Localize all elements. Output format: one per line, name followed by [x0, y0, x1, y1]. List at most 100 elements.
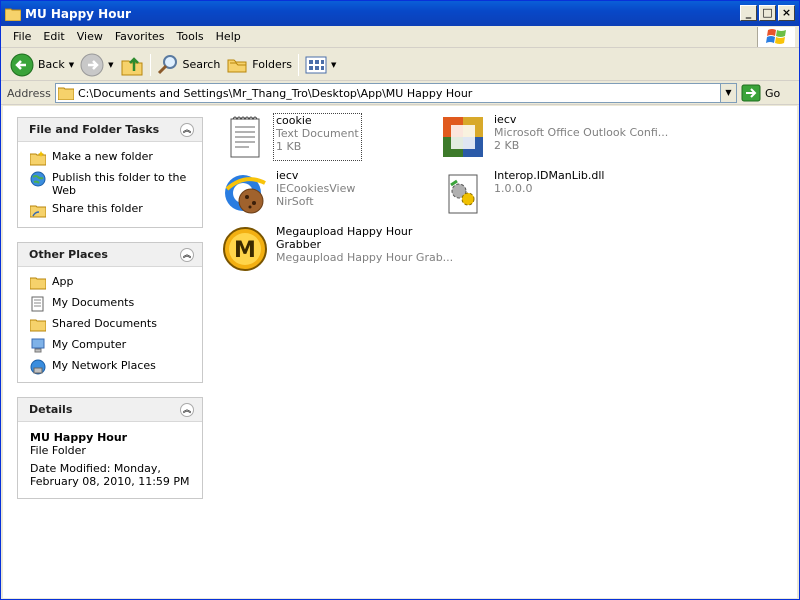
- place-my-network[interactable]: My Network Places: [30, 359, 192, 375]
- address-dropdown-button[interactable]: ▼: [720, 84, 736, 102]
- file-name-line2: Grabber: [276, 238, 322, 251]
- menu-favorites[interactable]: Favorites: [109, 30, 171, 43]
- go-label: Go: [765, 86, 781, 100]
- file-version: 1.0.0.0: [494, 182, 533, 195]
- task-share-folder[interactable]: Share this folder: [30, 202, 192, 218]
- place-label: App: [52, 275, 74, 288]
- folders-label: Folders: [252, 58, 293, 71]
- menu-view[interactable]: View: [71, 30, 109, 43]
- collapse-icon[interactable]: ︽: [180, 123, 194, 137]
- standard-toolbar: Back ▼ ▼ Search Folders ▼: [1, 49, 799, 81]
- forward-arrow-icon: [80, 53, 104, 76]
- globe-icon: [30, 171, 46, 187]
- forward-button[interactable]: ▼: [77, 51, 116, 79]
- panel-title: File and Folder Tasks: [29, 123, 160, 136]
- file-name-line1: Megaupload Happy Hour: [276, 225, 413, 238]
- place-label: My Documents: [52, 296, 135, 309]
- file-company: NirSoft: [276, 195, 314, 208]
- panel-title: Details: [29, 403, 73, 416]
- views-button[interactable]: ▼: [302, 51, 339, 79]
- address-bar: Address C:\Documents and Settings\Mr_Tha…: [1, 82, 799, 105]
- address-label: Address: [7, 86, 51, 100]
- menu-help[interactable]: Help: [210, 30, 247, 43]
- chevron-down-icon[interactable]: ▼: [108, 61, 113, 69]
- windows-logo-icon: [757, 27, 795, 47]
- panel-header[interactable]: Other Places ︽: [18, 243, 202, 267]
- title-bar[interactable]: MU Happy Hour _ □ ×: [1, 1, 799, 26]
- search-icon: [157, 54, 177, 74]
- place-shared-documents[interactable]: Shared Documents: [30, 317, 192, 333]
- other-places-panel: Other Places ︽ App My Documents Shared D…: [17, 242, 203, 383]
- file-item-interop-dll[interactable]: Interop.IDManLib.dll 1.0.0.0: [439, 169, 604, 217]
- search-button[interactable]: Search: [154, 51, 224, 79]
- file-item-cookie[interactable]: cookie Text Document 1 KB: [221, 113, 362, 161]
- folder-icon: [5, 8, 21, 21]
- office-icon: [443, 117, 483, 157]
- file-size: 1 KB: [276, 140, 302, 153]
- chevron-down-icon[interactable]: ▼: [69, 61, 74, 69]
- back-arrow-icon: [10, 53, 34, 76]
- task-publish-web[interactable]: Publish this folder to the Web: [30, 171, 192, 197]
- place-label: My Computer: [52, 338, 127, 351]
- task-make-new-folder[interactable]: Make a new folder: [30, 150, 192, 166]
- content-area: File and Folder Tasks ︽ Make a new folde…: [3, 106, 797, 598]
- menu-bar: File Edit View Favorites Tools Help: [1, 26, 799, 48]
- menu-file[interactable]: File: [7, 30, 37, 43]
- panel-header[interactable]: File and Folder Tasks ︽: [18, 118, 202, 142]
- folder-icon: [30, 319, 46, 332]
- file-name: Interop.IDManLib.dll: [494, 169, 605, 182]
- collapse-icon[interactable]: ︽: [180, 403, 194, 417]
- back-button[interactable]: Back ▼: [7, 51, 77, 79]
- maximize-button[interactable]: □: [759, 5, 776, 21]
- task-pane: File and Folder Tasks ︽ Make a new folde…: [3, 106, 213, 598]
- place-my-computer[interactable]: My Computer: [30, 338, 192, 354]
- file-item-megaupload[interactable]: M Megaupload Happy Hour Grabber Megauplo…: [221, 225, 453, 273]
- dll-icon: [448, 174, 478, 214]
- file-name: iecv: [494, 113, 517, 126]
- details-panel: Details ︽ MU Happy Hour File Folder Date…: [17, 397, 203, 499]
- collapse-icon[interactable]: ︽: [180, 248, 194, 262]
- task-label: Publish this folder to the Web: [52, 171, 187, 197]
- new-folder-icon: [30, 151, 46, 166]
- place-label: Shared Documents: [52, 317, 157, 330]
- address-input[interactable]: C:\Documents and Settings\Mr_Thang_Tro\D…: [55, 83, 737, 103]
- ie-cookie-icon: [225, 175, 266, 214]
- place-my-documents[interactable]: My Documents: [30, 296, 192, 312]
- menu-tools[interactable]: Tools: [171, 30, 210, 43]
- file-type: Microsoft Office Outlook Confi...: [494, 126, 669, 139]
- file-item-iecv-config[interactable]: iecv Microsoft Office Outlook Confi... 2…: [439, 113, 668, 161]
- file-name: cookie: [276, 114, 312, 127]
- file-size: 2 KB: [494, 139, 520, 152]
- minimize-button[interactable]: _: [740, 5, 757, 21]
- folders-icon: [227, 59, 247, 72]
- up-folder-icon: [121, 56, 142, 75]
- folder-icon: [30, 277, 46, 290]
- back-label: Back: [38, 58, 65, 71]
- folders-button[interactable]: Folders: [223, 51, 295, 79]
- documents-icon: [31, 296, 44, 312]
- file-item-iecv-app[interactable]: iecv IECookiesView NirSoft: [221, 169, 355, 217]
- file-type: Text Document: [276, 127, 359, 140]
- views-icon: [305, 56, 327, 73]
- close-button[interactable]: ×: [778, 5, 795, 21]
- file-description: IECookiesView: [276, 182, 356, 195]
- explorer-window: MU Happy Hour _ □ × File Edit View Favor…: [0, 0, 800, 600]
- share-folder-icon: [30, 205, 46, 218]
- computer-icon: [31, 338, 45, 353]
- place-app[interactable]: App: [30, 275, 192, 291]
- panel-header[interactable]: Details ︽: [18, 398, 202, 422]
- up-folder-button[interactable]: [117, 51, 147, 79]
- chevron-down-icon[interactable]: ▼: [331, 61, 336, 69]
- details-name: MU Happy Hour: [30, 431, 128, 444]
- file-description: Megaupload Happy Hour Grab...: [276, 251, 454, 264]
- menu-edit[interactable]: Edit: [37, 30, 70, 43]
- go-button[interactable]: Go: [741, 83, 780, 103]
- search-label: Search: [182, 58, 221, 71]
- go-arrow-icon: [741, 84, 761, 102]
- task-label: Share this folder: [52, 202, 143, 215]
- file-folder-tasks-panel: File and Folder Tasks ︽ Make a new folde…: [17, 117, 203, 228]
- details-type: File Folder: [30, 444, 86, 457]
- place-label: My Network Places: [52, 359, 156, 372]
- address-value: C:\Documents and Settings\Mr_Thang_Tro\D…: [78, 86, 473, 100]
- panel-title: Other Places: [29, 248, 108, 261]
